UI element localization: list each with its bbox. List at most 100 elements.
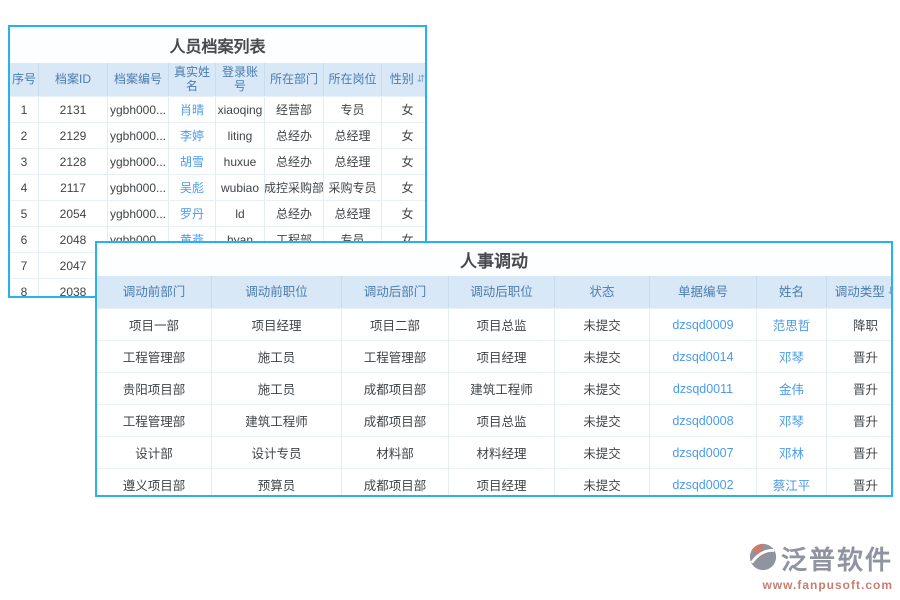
- table-row: 22129ygbh000...李婷liting总经办总经理女: [10, 122, 425, 148]
- cell-link[interactable]: 邓琴: [757, 341, 827, 372]
- cell: 总经办: [265, 123, 324, 148]
- cell: 未提交: [555, 469, 650, 497]
- column-header-label: 调动类型: [835, 285, 885, 299]
- column-header-transfer-1: 调动前职位: [212, 276, 342, 308]
- table-row: 52054ygbh000...罗丹ld总经办总经理女: [10, 200, 425, 226]
- cell: 建筑工程师: [212, 405, 342, 436]
- cell: 未提交: [555, 309, 650, 340]
- fanpu-logo-brand: 泛普软件: [781, 547, 893, 573]
- column-header-label: 调动前部门: [123, 285, 186, 299]
- cell: 项目总监: [449, 405, 555, 436]
- cell: 晋升: [827, 341, 893, 372]
- personnel-files-header-row: 序号档案ID档案编号真实姓名登录账号所在部门所在岗位性别⇵: [10, 63, 425, 96]
- column-header-transfer-7[interactable]: 调动类型⇵: [827, 276, 893, 308]
- cell-link[interactable]: 吴彪: [169, 175, 216, 200]
- table-row: 32128ygbh000...胡雪huxue总经办总经理女: [10, 148, 425, 174]
- cell: ygbh000...: [108, 201, 169, 226]
- cell: 预算员: [212, 469, 342, 497]
- cell: 女: [382, 175, 427, 200]
- cell-link[interactable]: dzsqd0009: [650, 309, 757, 340]
- cell: 2: [10, 123, 39, 148]
- cell: huxue: [216, 149, 265, 174]
- table-row: 12131ygbh000...肖晴xiaoqing经营部专员女: [10, 96, 425, 122]
- sort-icon[interactable]: ⇵: [888, 287, 893, 297]
- cell: 5: [10, 201, 39, 226]
- cell: 2131: [39, 97, 108, 122]
- cell: 总经理: [324, 201, 382, 226]
- sort-icon[interactable]: ⇵: [417, 75, 425, 85]
- column-header-label: 档案编号: [114, 73, 162, 87]
- column-header-transfer-2: 调动后部门: [342, 276, 449, 308]
- cell-link[interactable]: 胡雪: [169, 149, 216, 174]
- fanpu-logo: 泛普软件 www.fanpusoft.com: [748, 542, 893, 592]
- cell-link[interactable]: dzsqd0002: [650, 469, 757, 497]
- cell: 总经理: [324, 123, 382, 148]
- table-row: 工程管理部施工员工程管理部项目经理未提交dzsqd0014邓琴晋升: [97, 340, 891, 372]
- cell: 晋升: [827, 405, 893, 436]
- column-header-files-2: 档案编号: [108, 63, 169, 96]
- column-header-files-3: 真实姓名: [169, 63, 216, 96]
- cell: 材料经理: [449, 437, 555, 468]
- column-header-transfer-3: 调动后职位: [449, 276, 555, 308]
- cell: ygbh000...: [108, 175, 169, 200]
- cell: 未提交: [555, 437, 650, 468]
- cell: 施工员: [212, 373, 342, 404]
- cell: 1: [10, 97, 39, 122]
- cell-link[interactable]: 邓琴: [757, 405, 827, 436]
- cell-link[interactable]: 李婷: [169, 123, 216, 148]
- cell: 女: [382, 123, 427, 148]
- cell-link[interactable]: dzsqd0007: [650, 437, 757, 468]
- cell-link[interactable]: 蔡江平: [757, 469, 827, 497]
- table-row: 42117ygbh000...吴彪wubiao成控采购部采购专员女: [10, 174, 425, 200]
- cell: 未提交: [555, 341, 650, 372]
- cell-link[interactable]: 罗丹: [169, 201, 216, 226]
- column-header-transfer-4: 状态: [555, 276, 650, 308]
- cell-link[interactable]: dzsqd0011: [650, 373, 757, 404]
- cell: 女: [382, 201, 427, 226]
- cell: 成都项目部: [342, 469, 449, 497]
- cell-link[interactable]: dzsqd0008: [650, 405, 757, 436]
- column-header-files-6: 所在岗位: [324, 63, 382, 96]
- cell: ygbh000...: [108, 97, 169, 122]
- cell: 2117: [39, 175, 108, 200]
- column-header-files-5: 所在部门: [265, 63, 324, 96]
- cell: 贵阳项目部: [97, 373, 212, 404]
- cell: 总经办: [265, 201, 324, 226]
- cell-link[interactable]: 金伟: [757, 373, 827, 404]
- cell: 降职: [827, 309, 893, 340]
- cell: 建筑工程师: [449, 373, 555, 404]
- cell: 6: [10, 227, 39, 252]
- cell: 工程管理部: [97, 405, 212, 436]
- column-header-label: 调动前职位: [245, 285, 308, 299]
- cell: 项目一部: [97, 309, 212, 340]
- cell: 施工员: [212, 341, 342, 372]
- cell: 晋升: [827, 437, 893, 468]
- table-row: 设计部设计专员材料部材料经理未提交dzsqd0007邓林晋升: [97, 436, 891, 468]
- column-header-label: 所在岗位: [328, 73, 376, 87]
- cell: 7: [10, 253, 39, 278]
- column-header-label: 所在部门: [270, 73, 318, 87]
- fanpu-logo-icon: [748, 542, 778, 577]
- column-header-label: 真实姓名: [170, 66, 214, 94]
- column-header-files-7[interactable]: 性别⇵: [382, 63, 427, 96]
- cell: 4: [10, 175, 39, 200]
- cell-link[interactable]: 肖晴: [169, 97, 216, 122]
- column-header-transfer-6: 姓名: [757, 276, 827, 308]
- personnel-transfer-title: 人事调动: [97, 243, 891, 276]
- table-row: 项目一部项目经理项目二部项目总监未提交dzsqd0009范思哲降职: [97, 308, 891, 340]
- fanpu-logo-website: www.fanpusoft.com: [748, 578, 893, 592]
- cell: 项目总监: [449, 309, 555, 340]
- cell: xiaoqing: [216, 97, 265, 122]
- cell: 采购专员: [324, 175, 382, 200]
- column-header-label: 档案ID: [55, 73, 91, 87]
- cell-link[interactable]: 邓林: [757, 437, 827, 468]
- column-header-label: 单据编号: [678, 285, 728, 299]
- column-header-label: 调动后职位: [470, 285, 533, 299]
- cell: 项目二部: [342, 309, 449, 340]
- cell-link[interactable]: dzsqd0014: [650, 341, 757, 372]
- column-header-label: 序号: [12, 73, 36, 87]
- cell-link[interactable]: 范思哲: [757, 309, 827, 340]
- cell: 8: [10, 279, 39, 298]
- cell: 成都项目部: [342, 373, 449, 404]
- column-header-transfer-0: 调动前部门: [97, 276, 212, 308]
